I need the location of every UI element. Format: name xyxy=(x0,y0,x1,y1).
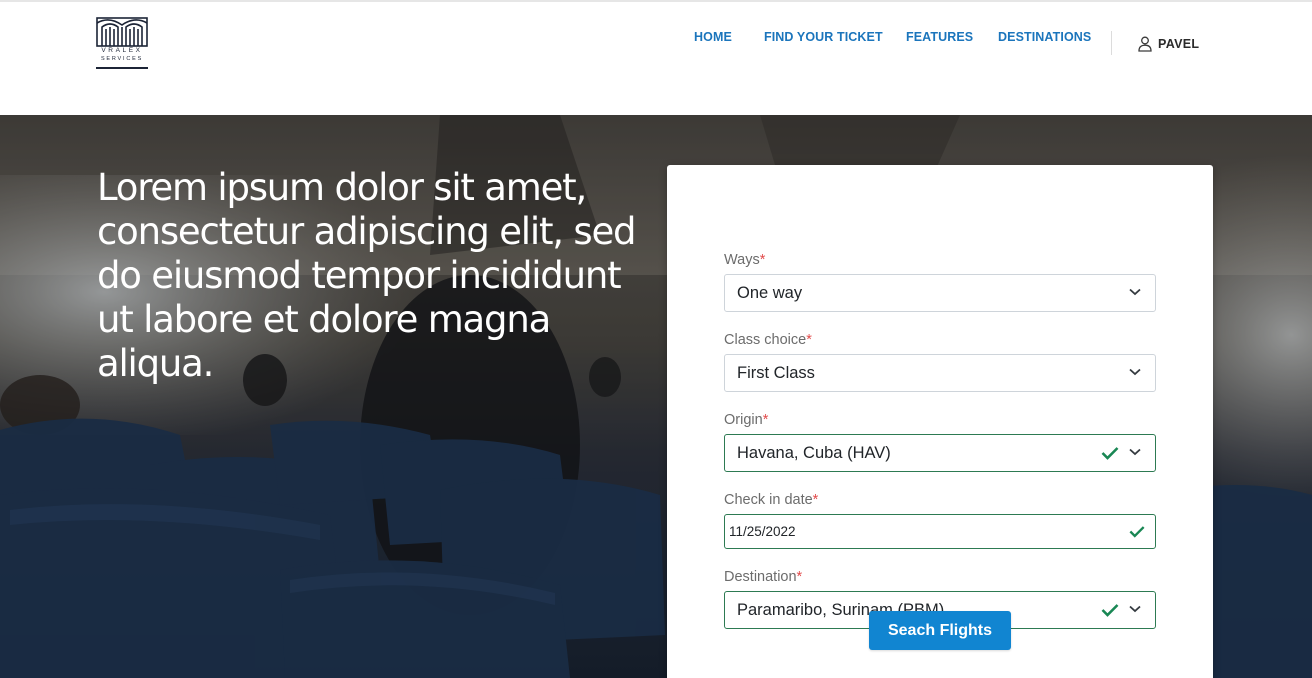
check-icon xyxy=(1101,447,1119,460)
brand-tagline: SERVICES xyxy=(100,56,144,62)
origin-select[interactable]: Havana, Cuba (HAV) xyxy=(724,434,1156,472)
ways-select[interactable]: One way xyxy=(724,274,1156,312)
user-icon xyxy=(1138,36,1152,52)
check-icon xyxy=(1129,526,1145,538)
brand-underline xyxy=(96,67,148,69)
hero-section: Lorem ipsum dolor sit amet, consectetur … xyxy=(0,115,1312,678)
required-marker: * xyxy=(796,569,803,585)
nav-home[interactable]: HOME xyxy=(694,30,732,44)
hero-headline: Lorem ipsum dolor sit amet, consectetur … xyxy=(97,166,637,385)
site-header: VRALEX SERVICES HOME FIND YOUR TICKET FE… xyxy=(0,2,1312,115)
origin-label: Origin* xyxy=(724,412,769,428)
origin-value: Havana, Cuba (HAV) xyxy=(737,443,891,462)
nav-features[interactable]: FEATURES xyxy=(906,30,973,44)
check-in-date-label: Check in date* xyxy=(724,492,819,508)
flight-search-card: Ways* One way Class choice* First Class … xyxy=(667,165,1213,678)
class-choice-label: Class choice* xyxy=(724,332,812,348)
chevron-down-icon xyxy=(1129,288,1141,296)
required-marker: * xyxy=(759,252,766,268)
chevron-down-icon xyxy=(1129,368,1141,376)
class-choice-value: First Class xyxy=(737,363,815,382)
destination-label: Destination* xyxy=(724,569,803,585)
nav-destinations[interactable]: DESTINATIONS xyxy=(998,30,1091,44)
brand-logo[interactable]: VRALEX SERVICES xyxy=(96,17,148,71)
check-icon xyxy=(1101,604,1119,617)
user-name: PAVEL xyxy=(1158,37,1200,51)
required-marker: * xyxy=(812,492,819,508)
required-marker: * xyxy=(806,332,812,348)
check-in-date-value: 11/25/2022 xyxy=(729,524,796,539)
ways-value: One way xyxy=(737,283,803,302)
class-choice-select[interactable]: First Class xyxy=(724,354,1156,392)
nav-divider xyxy=(1111,31,1112,55)
brand-name: VRALEX xyxy=(101,47,143,54)
required-marker: * xyxy=(762,412,769,428)
nav-find-your-ticket[interactable]: FIND YOUR TICKET xyxy=(764,30,883,44)
ways-label: Ways* xyxy=(724,252,766,268)
check-in-date-input[interactable]: 11/25/2022 xyxy=(724,514,1156,549)
chevron-down-icon xyxy=(1129,605,1141,613)
building-arches-logo-icon xyxy=(96,17,148,47)
chevron-down-icon xyxy=(1129,448,1141,456)
search-flights-button[interactable]: Seach Flights xyxy=(869,611,1011,650)
user-menu[interactable]: PAVEL xyxy=(1138,35,1199,53)
